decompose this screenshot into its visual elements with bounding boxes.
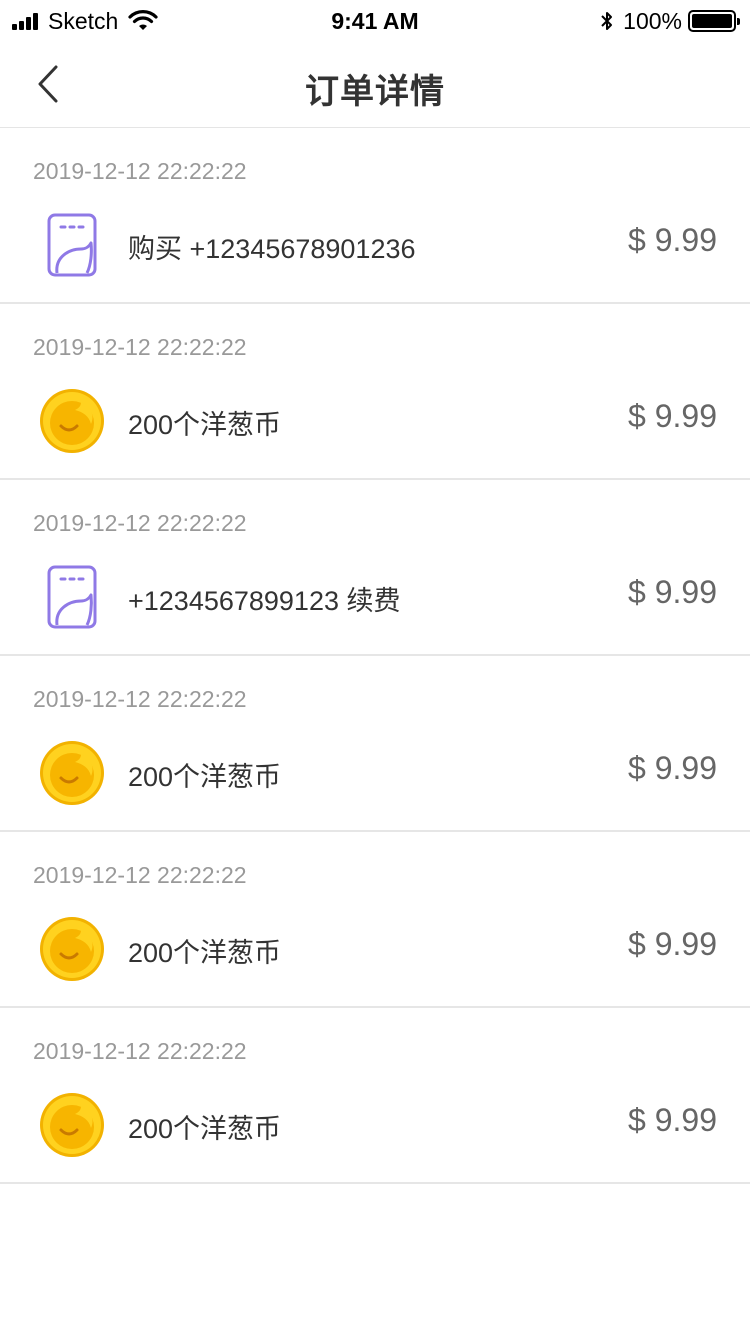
- battery-percentage: 100%: [623, 7, 682, 34]
- order-date: 2019-12-12 22:22:22: [33, 686, 247, 712]
- order-item[interactable]: 2019-12-12 22:22:22 200个洋葱币 $ 9.99: [0, 304, 750, 480]
- order-price: $ 9.99: [628, 926, 717, 962]
- order-date: 2019-12-12 22:22:22: [33, 334, 247, 360]
- order-item[interactable]: 2019-12-12 22:22:22 200个洋葱币 $ 9.99: [0, 1008, 750, 1184]
- order-item[interactable]: 2019-12-12 22:22:22 购买 +12345678901236 $ …: [0, 128, 750, 304]
- page-title: 订单详情: [305, 73, 445, 111]
- onion-coin-icon: [38, 388, 106, 454]
- status-bar-right: 100%: [599, 7, 740, 34]
- order-date: 2019-12-12 22:22:22: [33, 1038, 247, 1064]
- order-price: $ 9.99: [628, 398, 717, 434]
- order-name: 200个洋葱币: [128, 410, 282, 440]
- bluetooth-icon: [601, 12, 613, 30]
- onion-coin-icon: [38, 740, 106, 806]
- order-date: 2019-12-12 22:22:22: [33, 158, 247, 184]
- navigation-bar: 订单详情: [0, 40, 750, 128]
- battery-icon: [688, 10, 740, 32]
- onion-coin-icon: [38, 1092, 106, 1158]
- onion-coin-icon: [38, 916, 106, 982]
- order-item[interactable]: 2019-12-12 22:22:22 200个洋葱币 $ 9.99: [0, 832, 750, 1008]
- order-list: 2019-12-12 22:22:22 购买 +12345678901236 $ …: [0, 128, 750, 1184]
- order-name: +1234567899123 续费: [128, 586, 401, 616]
- sim-card-icon: [38, 564, 106, 630]
- order-name: 200个洋葱币: [128, 1114, 282, 1144]
- order-price: $ 9.99: [628, 574, 717, 610]
- order-price: $ 9.99: [628, 222, 717, 258]
- order-date: 2019-12-12 22:22:22: [33, 510, 247, 536]
- order-price: $ 9.99: [628, 1102, 717, 1138]
- order-name: 200个洋葱币: [128, 938, 282, 968]
- sim-card-icon: [38, 212, 106, 278]
- order-name: 200个洋葱币: [128, 762, 282, 792]
- status-bar: Sketch 9:41 AM 100%: [0, 0, 750, 40]
- order-price: $ 9.99: [628, 750, 717, 786]
- order-name: 购买 +12345678901236: [128, 234, 416, 264]
- order-item[interactable]: 2019-12-12 22:22:22 200个洋葱币 $ 9.99: [0, 656, 750, 832]
- order-item[interactable]: 2019-12-12 22:22:22 +1234567899123 续费 $ 9…: [0, 480, 750, 656]
- order-date: 2019-12-12 22:22:22: [33, 862, 247, 888]
